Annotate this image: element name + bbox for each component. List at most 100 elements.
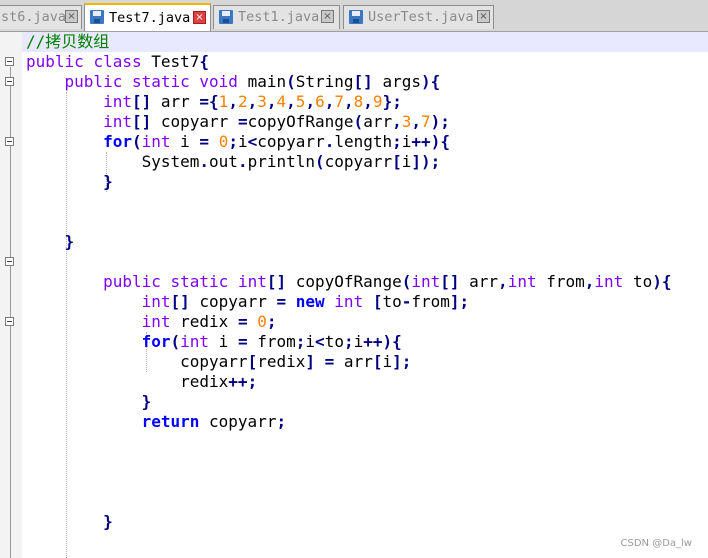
tab-test6[interactable]: st6.java × [0,5,82,29]
code-token: //拷贝数组 [26,32,110,51]
code-token: ); [430,112,450,131]
code-token: copyarr [324,152,393,171]
code-token: static [170,272,229,291]
code-token: = [276,292,287,311]
code-token: 7 [334,92,344,111]
close-icon[interactable]: × [477,10,490,23]
code-editor[interactable]: //拷贝数组 public class Test7{ public static … [0,32,708,558]
code-token: , [228,92,238,111]
code-token: int [141,312,171,331]
code-line: //拷贝数组 [26,32,109,52]
save-disk-icon [219,10,233,24]
code-token: ; [228,132,238,151]
tab-label: Test7.java [109,10,191,26]
code-token: i [353,332,364,351]
code-token: for [141,332,171,351]
code-token: { [199,52,210,71]
code-token: , [363,92,373,111]
code-token: ]; [392,352,412,371]
fold-margin [0,32,22,558]
close-icon[interactable]: × [65,10,78,23]
code-token: int [141,132,171,151]
code-token: copyOfRange [286,272,402,291]
code-token: } [103,512,113,531]
code-token: ( [286,72,296,91]
code-token: ] [305,352,316,371]
code-token: ( [131,132,142,151]
code-token: ; [266,312,277,331]
code-token: copyarr [189,292,277,311]
fold-toggle-icon[interactable] [5,77,14,86]
code-token: from [247,332,296,351]
code-token: static [131,72,190,91]
code-token: = [237,112,248,131]
save-disk-icon [90,10,104,24]
code-token: to [382,292,402,311]
code-line: } [26,172,113,192]
fold-toggle-icon[interactable] [5,317,14,326]
code-line: copyarr[redix] = arr[i]; [26,352,411,372]
code-token: i [209,332,238,351]
close-icon[interactable]: × [193,11,206,24]
code-token: ){ [420,72,441,91]
code-token: from [411,292,450,311]
tab-test1[interactable]: Test1.java × [213,5,340,29]
code-token: int [103,92,132,111]
code-line: public static int[] copyOfRange(int[] ar… [26,272,671,292]
code-token: ++){ [363,332,402,351]
code-line: int[] copyarr = new int [to-from]; [26,292,470,312]
code-token: copyarr [26,352,248,371]
code-line: redix++; [26,372,257,392]
code-token: }; [382,92,402,111]
code-token: 6 [315,92,325,111]
code-token: length [334,132,393,151]
save-disk-icon [349,10,363,24]
code-token: , [324,92,335,111]
code-token: copyOfRange [247,112,354,131]
close-icon[interactable]: × [321,10,334,23]
code-token: int [411,272,441,291]
code-token: ; [343,332,354,351]
code-token: arr [363,112,393,131]
code-token: [ [392,152,402,171]
code-token: class [93,52,142,71]
fold-toggle-icon[interactable] [5,57,14,66]
code-token: , [286,92,296,111]
code-token: 5 [295,92,306,111]
code-token: ( [401,272,412,291]
code-token: ++; [228,372,258,391]
code-token: [] [131,92,152,111]
code-token: [ [247,352,258,371]
code-token: int [237,272,267,291]
code-token: , [498,272,508,291]
code-token: ={ [199,92,219,111]
code-token: , [247,92,258,111]
code-token: i [401,132,412,151]
code-line: System.out.println(copyarr[i]); [26,152,441,172]
code-line: return copyarr; [26,412,287,432]
code-token: 9 [372,92,383,111]
tab-usertest[interactable]: UserTest.java × [343,5,494,29]
code-token: } [103,172,113,191]
code-token: , [392,112,402,131]
code-token: redix [257,352,306,371]
tab-label: st6.java [1,9,67,25]
tab-test7[interactable]: Test7.java × [84,3,211,31]
fold-toggle-icon[interactable] [5,137,14,146]
fold-toggle-icon[interactable] [5,257,14,266]
tab-label: UserTest.java [368,9,474,25]
code-token: . [199,152,210,171]
code-token: . [237,152,248,171]
